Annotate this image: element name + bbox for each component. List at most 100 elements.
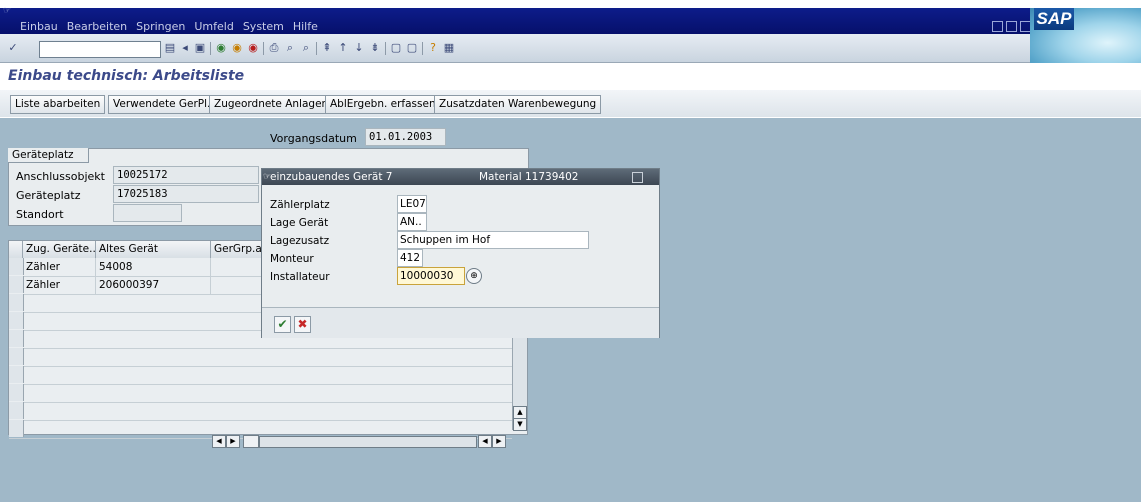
standort-field[interactable] bbox=[113, 204, 182, 222]
einzubauendes-geraet-dialog: ☞ einzubauendes Gerät 7 Material 1173940… bbox=[261, 168, 660, 338]
menu-system[interactable]: System bbox=[243, 20, 284, 33]
lage-geraet-label: Lage Gerät bbox=[270, 217, 329, 229]
horizontal-scrollbar[interactable] bbox=[259, 436, 477, 448]
liste-abarbeiten-button[interactable]: Liste abarbeiten bbox=[10, 95, 106, 114]
anschlussobjekt-field[interactable]: 10025172 bbox=[113, 166, 259, 184]
anschlussobjekt-label: Anschlussobjekt bbox=[16, 170, 105, 183]
table-row[interactable] bbox=[9, 366, 512, 385]
select-all-header[interactable] bbox=[9, 241, 23, 258]
page-title: Einbau technisch: Arbeitsliste bbox=[8, 68, 245, 84]
dialog-titlebar: ☞ einzubauendes Gerät 7 Material 1173940… bbox=[262, 169, 659, 185]
table-row[interactable] bbox=[9, 348, 512, 367]
layout-menu-icon[interactable]: ▦ bbox=[442, 41, 456, 55]
installateur-input[interactable]: 10000030 bbox=[397, 267, 465, 285]
application-toolbar: Liste abarbeiten Verwendete GerPl. Zugeo… bbox=[0, 90, 1141, 117]
next-page-icon[interactable]: ↓ bbox=[352, 41, 366, 55]
column-header-altes-geraet[interactable]: Altes Gerät bbox=[96, 241, 211, 258]
dialog-title: einzubauendes Gerät 7 bbox=[270, 171, 393, 183]
column-scroll-left-icon[interactable]: ◀ bbox=[212, 435, 226, 448]
column-header-zug-geraete[interactable]: Zug. Geräte... bbox=[23, 241, 96, 258]
row-selector[interactable] bbox=[9, 420, 24, 437]
lagezusatz-input[interactable]: Schuppen im Hof bbox=[397, 231, 589, 249]
dialog-close-icon[interactable] bbox=[632, 172, 643, 183]
menu-hilfe[interactable]: Hilfe bbox=[293, 20, 318, 33]
cell-altes-geraet: 206000397 bbox=[96, 276, 211, 294]
minimize-button[interactable] bbox=[992, 21, 1003, 32]
last-page-icon[interactable]: ⇟ bbox=[368, 41, 382, 55]
sap-logo-text: SAP bbox=[1034, 8, 1074, 30]
row-selector[interactable] bbox=[9, 312, 24, 329]
lagezusatz-label: Lagezusatz bbox=[270, 235, 330, 247]
enter-icon[interactable]: ✓ bbox=[6, 41, 20, 55]
geraeteplatz-tab: Geräteplatz bbox=[8, 148, 89, 163]
monteur-label: Monteur bbox=[270, 253, 314, 265]
cell-gergrp bbox=[211, 258, 263, 276]
lage-geraet-input[interactable]: AN.. bbox=[397, 213, 427, 231]
first-page-icon[interactable]: ⇞ bbox=[320, 41, 334, 55]
back-icon[interactable]: ◉ bbox=[214, 41, 228, 55]
save-icon[interactable]: ▣ bbox=[193, 41, 207, 55]
find-next-icon[interactable]: ⌕ bbox=[299, 41, 313, 55]
command-field[interactable] bbox=[39, 41, 161, 58]
window-titlebar: ☞ Einbau Bearbeiten Springen Umfeld Syst… bbox=[0, 0, 1141, 66]
sap-logo: SAP bbox=[1030, 8, 1141, 66]
scroll-down-icon[interactable]: ▼ bbox=[513, 418, 527, 431]
shortcut-icon[interactable]: ▢ bbox=[405, 41, 419, 55]
row-selector[interactable] bbox=[9, 330, 24, 347]
geraeteplatz-label: Geräteplatz bbox=[16, 189, 81, 202]
back-nav-icon[interactable]: ◂ bbox=[178, 41, 192, 55]
sap-window-icon: ☞ bbox=[3, 6, 12, 16]
vorgangsdatum-label: Vorgangsdatum bbox=[270, 132, 357, 145]
hscroll-thumb-start[interactable] bbox=[243, 435, 259, 448]
confirm-check-icon[interactable]: ✔ bbox=[274, 316, 291, 333]
find-icon[interactable]: ⌕ bbox=[283, 41, 297, 55]
maximize-button[interactable] bbox=[1006, 21, 1017, 32]
print-icon[interactable]: ⎙ bbox=[267, 41, 281, 55]
table-row[interactable] bbox=[9, 402, 512, 421]
new-session-icon[interactable]: ▢ bbox=[389, 41, 403, 55]
row-selector[interactable] bbox=[9, 384, 24, 401]
standort-label: Standort bbox=[16, 208, 64, 221]
row-selector[interactable] bbox=[9, 276, 24, 293]
row-selector[interactable] bbox=[9, 366, 24, 383]
window-controls bbox=[992, 21, 1031, 32]
column-header-gergrp[interactable]: GerGrp.a bbox=[211, 241, 263, 258]
previous-page-icon[interactable]: ↑ bbox=[336, 41, 350, 55]
cancel-icon[interactable]: ◉ bbox=[246, 41, 260, 55]
help-icon[interactable]: ? bbox=[426, 41, 440, 55]
verwendete-gerpl-button[interactable]: Verwendete GerPl. bbox=[108, 95, 216, 114]
vorgangsdatum-field[interactable]: 01.01.2003 bbox=[365, 128, 446, 146]
menu-bar: ☞ Einbau Bearbeiten Springen Umfeld Syst… bbox=[0, 6, 1070, 34]
menu-springen[interactable]: Springen bbox=[136, 20, 185, 33]
zugeordnete-anlagen-button[interactable]: Zugeordnete Anlagen bbox=[209, 95, 334, 114]
menu-items: Einbau Bearbeiten Springen Umfeld System… bbox=[20, 20, 318, 33]
column-scroll-right-icon[interactable]: ▶ bbox=[226, 435, 240, 448]
table-row[interactable] bbox=[9, 384, 512, 403]
row-selector[interactable] bbox=[9, 348, 24, 365]
installateur-label: Installateur bbox=[270, 271, 330, 283]
geraeteplatz-field[interactable]: 17025183 bbox=[113, 185, 259, 203]
cell-altes-geraet: 54008 bbox=[96, 258, 211, 276]
zaehlerplatz-input[interactable]: LE07 bbox=[397, 195, 427, 213]
cell-zug-geraete: Zähler bbox=[23, 258, 96, 276]
menu-einbau[interactable]: Einbau bbox=[20, 20, 58, 33]
monteur-input[interactable]: 412 bbox=[397, 249, 423, 267]
command-dropdown-icon[interactable]: ▤ bbox=[163, 41, 177, 55]
row-selector[interactable] bbox=[9, 258, 24, 275]
dialog-material: Material 11739402 bbox=[479, 171, 579, 183]
cell-gergrp bbox=[211, 276, 263, 294]
cancel-x-icon[interactable]: ✖ bbox=[294, 316, 311, 333]
scroll-left-icon[interactable]: ◀ bbox=[478, 435, 492, 448]
scroll-right-icon[interactable]: ▶ bbox=[492, 435, 506, 448]
standard-toolbar: ✓ ▤ ◂ ▣ ◉ ◉ ◉ ⎙ ⌕ ⌕ ⇞ ↑ ↓ ⇟ ▢ ▢ ? ▦ bbox=[0, 34, 1030, 63]
exit-icon[interactable]: ◉ bbox=[230, 41, 244, 55]
ablergebn-erfassen-button[interactable]: AblErgebn. erfassen bbox=[325, 95, 441, 114]
zusatzdaten-warenbewegung-button[interactable]: Zusatzdaten Warenbewegung bbox=[434, 95, 602, 114]
menu-umfeld[interactable]: Umfeld bbox=[194, 20, 233, 33]
f4-help-icon[interactable]: ⊕ bbox=[466, 268, 482, 284]
row-selector[interactable] bbox=[9, 294, 24, 311]
title-area: Einbau technisch: Arbeitsliste bbox=[0, 63, 1141, 90]
row-selector[interactable] bbox=[9, 402, 24, 419]
dialog-footer: ✔ ✖ bbox=[262, 307, 659, 338]
menu-bearbeiten[interactable]: Bearbeiten bbox=[67, 20, 127, 33]
